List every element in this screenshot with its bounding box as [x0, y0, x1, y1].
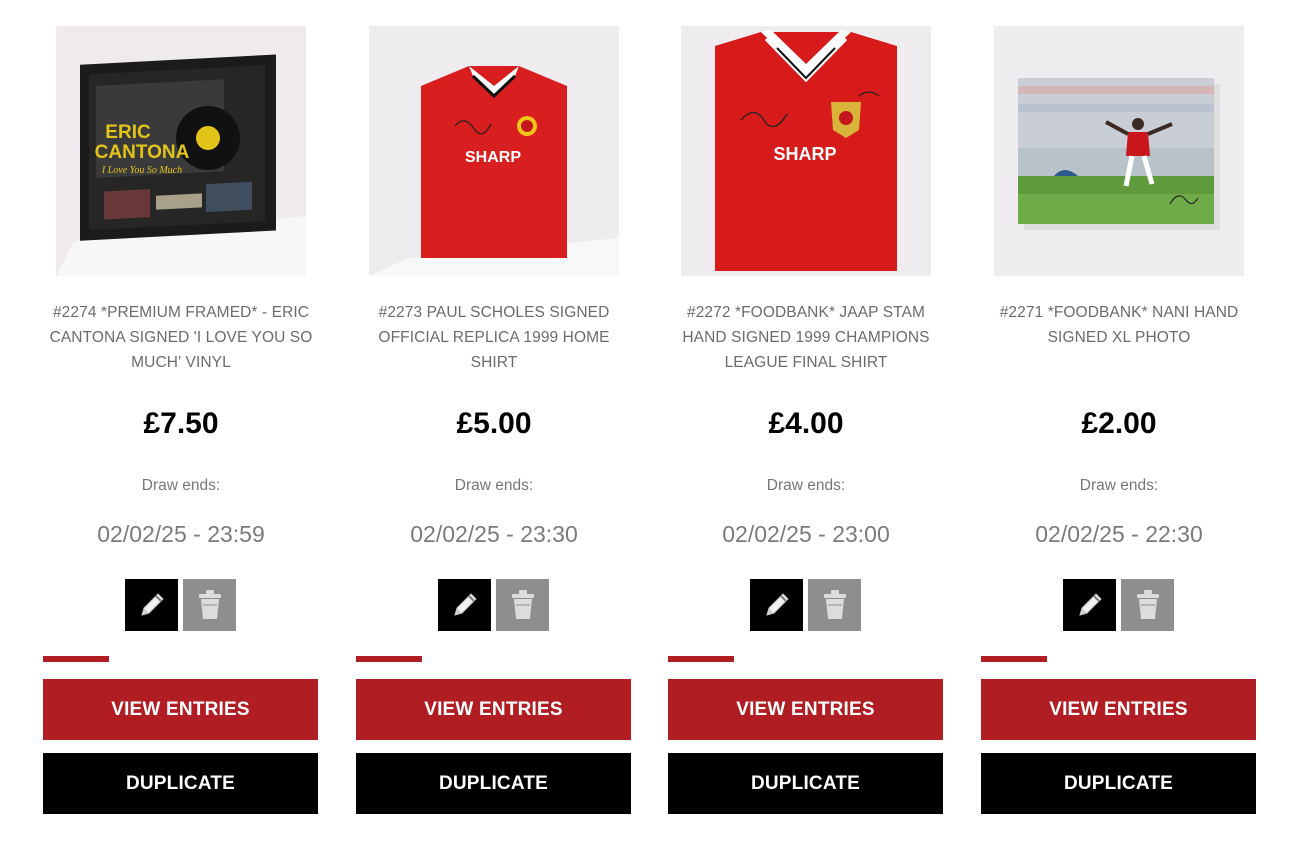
- delete-button[interactable]: [496, 579, 549, 631]
- draw-ends-label: Draw ends:: [454, 477, 534, 494]
- competition-price: £7.50: [143, 407, 219, 440]
- trash-icon: [511, 590, 534, 619]
- accent-bar: [981, 656, 1047, 662]
- competition-title[interactable]: #2274 *PREMIUM FRAMED* - ERIC CANTONA SI…: [43, 300, 319, 375]
- competition-title[interactable]: #2273 PAUL SCHOLES SIGNED OFFICIAL REPLI…: [356, 300, 632, 375]
- duplicate-button[interactable]: DUPLICATE: [981, 753, 1256, 814]
- trash-icon: [1136, 590, 1159, 619]
- card-actions: [125, 579, 237, 631]
- duplicate-button[interactable]: DUPLICATE: [668, 753, 943, 814]
- product-image-cantona-vinyl[interactable]: ERIC CANTONA I Love You So Much: [56, 26, 306, 276]
- vinyl-line2: CANTONA: [95, 142, 190, 163]
- shirt-sponsor: SHARP: [465, 149, 521, 166]
- competition-price: £4.00: [768, 407, 844, 440]
- delete-button[interactable]: [1121, 579, 1174, 631]
- card-actions: [438, 579, 550, 631]
- draw-date: 02/02/25 - 22:30: [1035, 521, 1203, 547]
- view-entries-button[interactable]: VIEW ENTRIES: [981, 679, 1256, 740]
- red-shirt-illustration: SHARP: [681, 26, 931, 276]
- competition-grid: ERIC CANTONA I Love You So Much #2274 *P…: [0, 0, 1297, 844]
- delete-button[interactable]: [808, 579, 861, 631]
- pencil-icon: [453, 593, 477, 616]
- draw-date: 02/02/25 - 23:30: [410, 521, 578, 547]
- duplicate-button[interactable]: DUPLICATE: [356, 753, 631, 814]
- red-shirt-illustration: SHARP: [369, 26, 619, 276]
- card-actions: [750, 579, 862, 631]
- competition-title[interactable]: #2271 *FOODBANK* NANI HAND SIGNED XL PHO…: [981, 300, 1257, 350]
- competition-card: #2271 *FOODBANK* NANI HAND SIGNED XL PHO…: [981, 0, 1257, 844]
- framed-vinyl-illustration: ERIC CANTONA I Love You So Much: [56, 26, 306, 276]
- pencil-icon: [1078, 593, 1102, 616]
- vinyl-line1: ERIC: [105, 122, 151, 143]
- competition-card: SHARP #2272 *FOODBANK* JAAP STAM HAND SI…: [668, 0, 944, 844]
- product-image-nani-photo[interactable]: [994, 26, 1244, 276]
- view-entries-button[interactable]: VIEW ENTRIES: [668, 679, 943, 740]
- shirt-sponsor: SHARP: [773, 144, 836, 164]
- competition-card: SHARP #2273 PAUL SCHOLES SIGNED OFFICIAL…: [356, 0, 632, 844]
- duplicate-button[interactable]: DUPLICATE: [43, 753, 318, 814]
- draw-ends-label: Draw ends:: [141, 477, 221, 494]
- product-image-scholes-shirt[interactable]: SHARP: [369, 26, 619, 276]
- draw-ends-label: Draw ends:: [1079, 477, 1159, 494]
- trash-icon: [198, 590, 221, 619]
- card-actions: [1063, 579, 1175, 631]
- delete-button[interactable]: [183, 579, 236, 631]
- product-image-stam-shirt[interactable]: SHARP: [681, 26, 931, 276]
- accent-bar: [43, 656, 109, 662]
- draw-date: 02/02/25 - 23:00: [722, 521, 890, 547]
- draw-ends-label: Draw ends:: [766, 477, 846, 494]
- accent-bar: [356, 656, 422, 662]
- trash-icon: [823, 590, 846, 619]
- signed-photo-illustration: [994, 26, 1244, 276]
- pencil-icon: [765, 593, 789, 616]
- draw-date: 02/02/25 - 23:59: [97, 521, 265, 547]
- edit-button[interactable]: [438, 579, 491, 631]
- pencil-icon: [140, 593, 164, 616]
- competition-title[interactable]: #2272 *FOODBANK* JAAP STAM HAND SIGNED 1…: [668, 300, 944, 375]
- competition-price: £5.00: [456, 407, 532, 440]
- competition-price: £2.00: [1081, 407, 1157, 440]
- competition-card: ERIC CANTONA I Love You So Much #2274 *P…: [43, 0, 319, 844]
- edit-button[interactable]: [1063, 579, 1116, 631]
- accent-bar: [668, 656, 734, 662]
- vinyl-line3: I Love You So Much: [101, 165, 182, 176]
- edit-button[interactable]: [750, 579, 803, 631]
- view-entries-button[interactable]: VIEW ENTRIES: [43, 679, 318, 740]
- view-entries-button[interactable]: VIEW ENTRIES: [356, 679, 631, 740]
- edit-button[interactable]: [125, 579, 178, 631]
